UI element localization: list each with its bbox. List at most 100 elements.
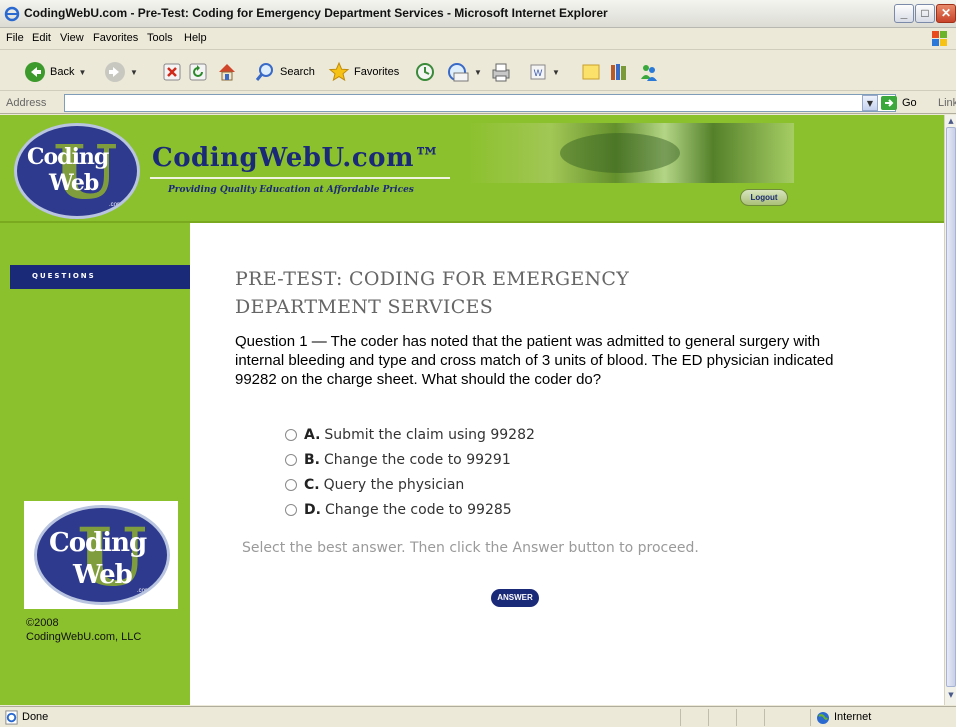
status-bar: Done Internet	[0, 706, 956, 727]
mail-icon	[448, 63, 469, 82]
scroll-down-icon[interactable]: ▼	[946, 691, 956, 702]
back-arrow-icon	[25, 62, 45, 82]
option-a-letter: A.	[304, 426, 321, 443]
print-button[interactable]	[490, 59, 512, 85]
vertical-scrollbar[interactable]: ▲ ▼	[944, 115, 956, 705]
page-done-icon	[5, 710, 18, 725]
scrollbar-thumb[interactable]	[946, 127, 956, 687]
menu-tools[interactable]: Tools	[147, 32, 173, 44]
toolbar: Back ▼ ▼ Search Favorites ▼ W ▼	[0, 51, 956, 91]
discuss-button[interactable]	[580, 59, 602, 85]
security-zone: Internet	[834, 711, 872, 723]
address-label: Address	[6, 97, 47, 109]
site-logo[interactable]: U Coding Web .com	[14, 123, 140, 219]
question-text: Question 1 — The coder has noted that th…	[235, 333, 834, 388]
history-icon	[416, 63, 434, 81]
go-label: Go	[902, 97, 917, 109]
radio-a[interactable]	[285, 428, 297, 441]
sidebar-tab-label: QUESTIONS	[32, 272, 96, 280]
sidebar-tab-questions[interactable]: QUESTIONS	[10, 265, 210, 289]
option-a[interactable]: A. Submit the claim using 99282	[285, 422, 535, 447]
svg-text:W: W	[534, 68, 543, 78]
option-c-text: Query the physician	[323, 476, 465, 493]
forward-arrow-icon	[105, 62, 125, 82]
menu-edit[interactable]: Edit	[32, 32, 51, 44]
star-icon	[328, 61, 350, 82]
mail-button[interactable]: ▼	[446, 59, 482, 85]
minimize-button[interactable]: _	[894, 4, 914, 23]
answer-options: A. Submit the claim using 99282 B. Chang…	[285, 422, 535, 522]
stop-button[interactable]	[162, 59, 182, 85]
address-input[interactable]	[64, 94, 896, 112]
radio-c[interactable]	[285, 478, 297, 491]
menu-favorites[interactable]: Favorites	[93, 32, 138, 44]
menu-view[interactable]: View	[60, 32, 84, 44]
word-document-icon: W	[530, 64, 546, 80]
sidebar-logo-word-web: Web	[73, 560, 133, 590]
radio-b[interactable]	[285, 453, 297, 466]
menu-file[interactable]: File	[6, 32, 24, 44]
search-button[interactable]: Search	[254, 59, 315, 85]
note-icon	[582, 64, 600, 80]
messenger-button[interactable]	[638, 59, 660, 85]
favorites-button[interactable]: Favorites	[328, 59, 399, 85]
maximize-button[interactable]: □	[915, 4, 935, 23]
status-text: Done	[22, 711, 49, 723]
favorites-label: Favorites	[354, 66, 400, 78]
edit-word-button[interactable]: W ▼	[528, 59, 560, 85]
answer-button[interactable]: ANSWER	[491, 589, 539, 607]
page-title: PRE-TEST: CODING FOR EMERGENCY DEPARTMEN…	[235, 268, 630, 318]
brand-divider	[150, 177, 450, 179]
refresh-button[interactable]	[188, 59, 208, 85]
sidebar-logo-word-coding: Coding	[49, 528, 147, 558]
mail-dropdown-icon[interactable]: ▼	[474, 68, 482, 77]
option-b[interactable]: B. Change the code to 99291	[285, 447, 535, 472]
copyright: ©2008 CodingWebU.com, LLC	[26, 616, 141, 644]
brand-tagline: Providing Quality Education at Affordabl…	[168, 185, 414, 195]
option-d-letter: D.	[304, 501, 321, 518]
links-toolbar[interactable]: Links	[938, 97, 956, 109]
option-c[interactable]: C. Query the physician	[285, 472, 535, 497]
address-bar: Address ▼ Go Links	[0, 92, 956, 114]
close-button[interactable]: ✕	[936, 4, 956, 23]
page-viewport: U Coding Web .com CodingWebU.com™ Provid…	[0, 115, 944, 705]
history-button[interactable]	[414, 59, 436, 85]
edit-dropdown-icon[interactable]: ▼	[552, 68, 560, 77]
forward-button[interactable]: ▼	[104, 59, 138, 85]
window-title: CodingWebU.com - Pre-Test: Coding for Em…	[24, 6, 608, 20]
logo-com: .com	[109, 202, 123, 208]
option-d[interactable]: D. Change the code to 99285	[285, 497, 535, 522]
go-button[interactable]: Go	[880, 95, 917, 111]
go-arrow-icon	[881, 96, 897, 110]
radio-d[interactable]	[285, 503, 297, 516]
option-b-text: Change the code to 99291	[324, 451, 511, 468]
research-button[interactable]	[608, 59, 630, 85]
refresh-icon	[189, 63, 207, 81]
option-c-letter: C.	[304, 476, 320, 493]
printer-icon	[492, 63, 510, 82]
logout-button[interactable]: Logout	[740, 189, 788, 206]
header-photo	[470, 123, 794, 183]
messenger-icon	[641, 65, 657, 81]
internet-globe-icon	[817, 712, 829, 724]
forward-dropdown-icon[interactable]: ▼	[130, 68, 138, 77]
back-label: Back	[50, 66, 75, 78]
stop-icon	[163, 63, 181, 81]
menu-help[interactable]: Help	[184, 32, 207, 44]
copyright-year: ©2008	[26, 617, 59, 629]
brand-name: CodingWebU.com™	[152, 143, 441, 173]
back-button[interactable]: Back ▼	[24, 59, 86, 85]
search-label: Search	[280, 66, 315, 78]
sidebar: QUESTIONS U Coding Web .com ©2008 Coding…	[0, 223, 210, 705]
address-dropdown-icon[interactable]: ▼	[862, 95, 878, 111]
option-d-text: Change the code to 99285	[324, 501, 512, 518]
windows-logo-icon	[932, 31, 947, 46]
back-dropdown-icon[interactable]: ▼	[78, 68, 86, 77]
title-bar: CodingWebU.com - Pre-Test: Coding for Em…	[0, 0, 956, 28]
site-header: U Coding Web .com CodingWebU.com™ Provid…	[0, 115, 944, 221]
ie-icon	[4, 6, 20, 22]
home-button[interactable]	[216, 59, 238, 85]
search-icon	[255, 63, 273, 81]
logo-word-coding: Coding	[27, 144, 109, 170]
home-icon	[219, 64, 235, 81]
